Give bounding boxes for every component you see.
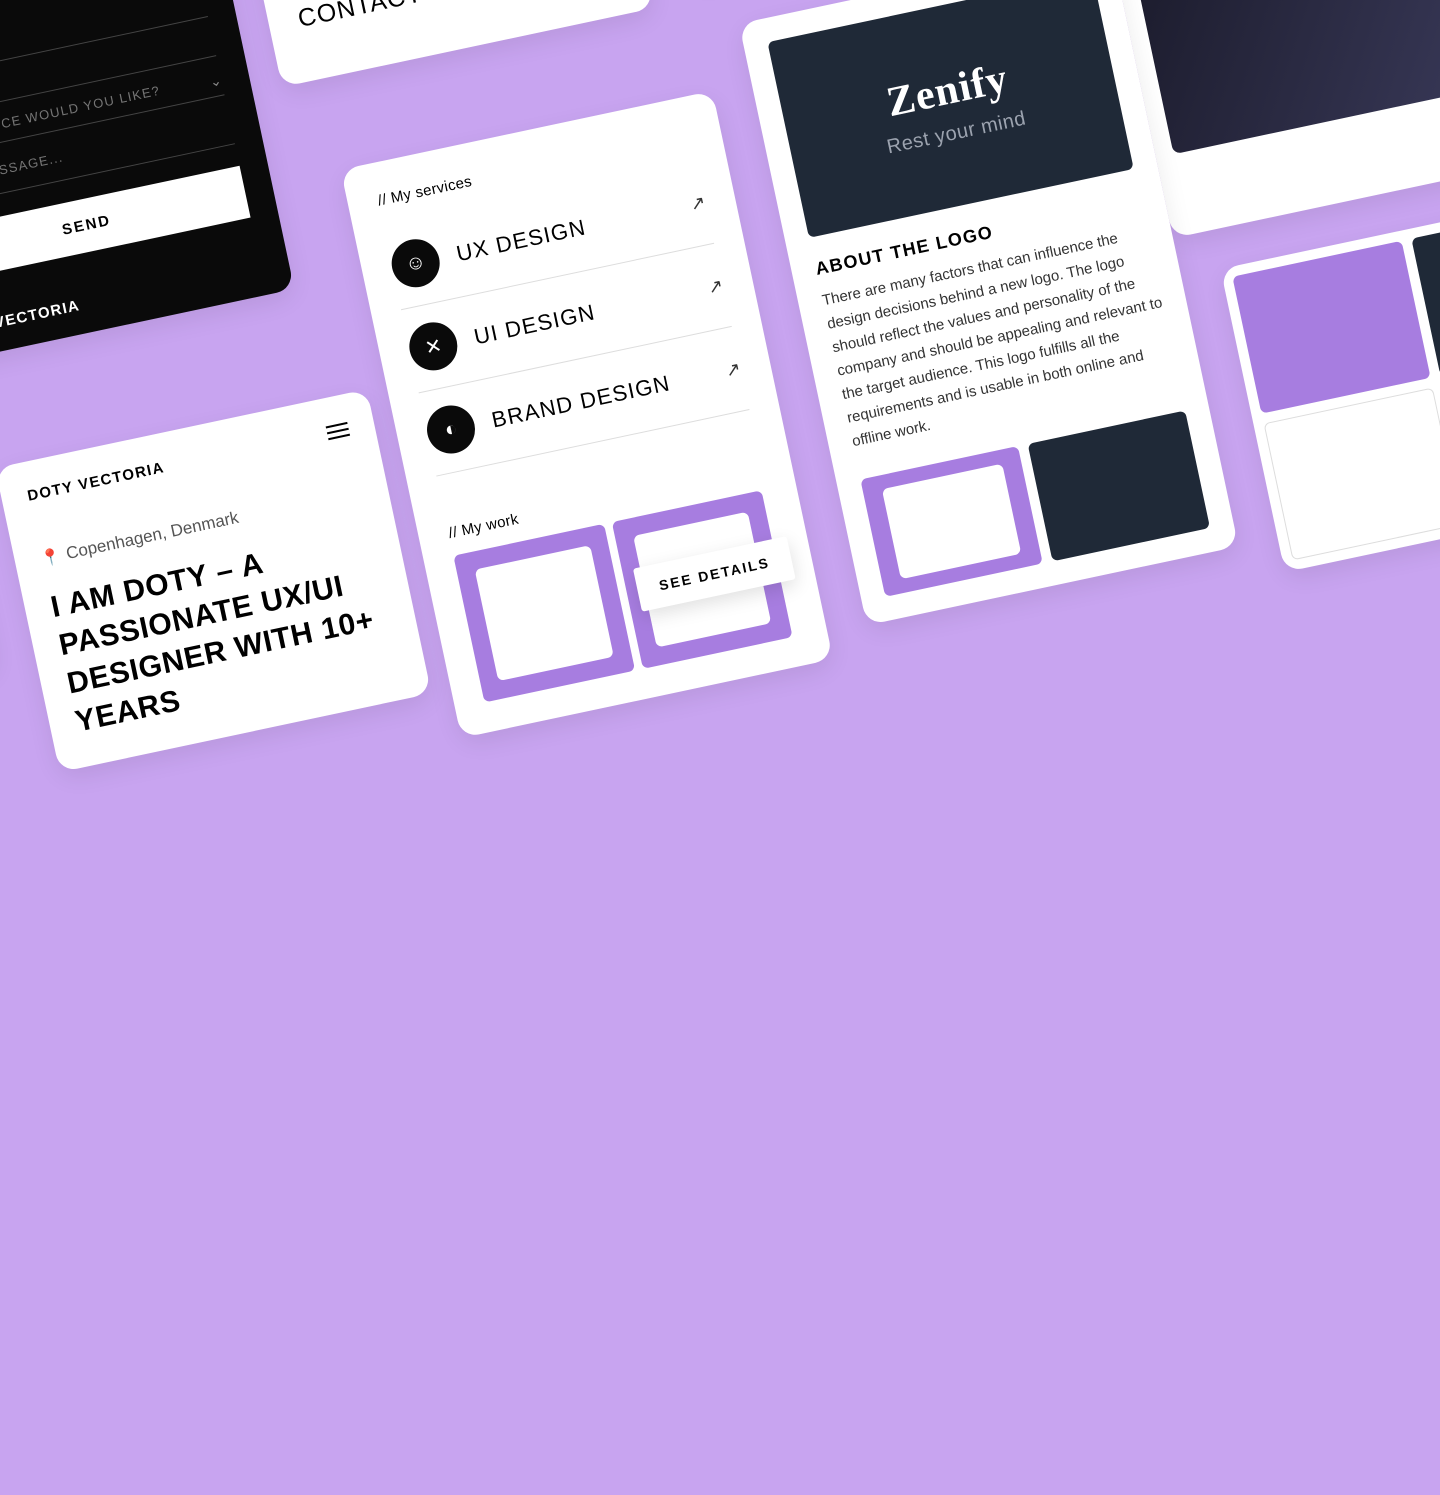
people-icon: ☺ [387,235,444,292]
zenify-thumb[interactable] [860,446,1042,597]
service-label: UI DESIGN [472,279,693,350]
zenify-thumb[interactable] [1028,410,1210,561]
arrow-icon: ↗ [706,275,725,299]
service-label: UX DESIGN [454,196,675,267]
nav-card: ALL PROJECTS ABOUT ME CONTACT [222,0,653,87]
contact-form-card: // Send me a message ⌄ SEND DOTY VECTORI… [0,0,294,368]
hero-card: DOTY VECTORIA 📍 Copenhagen, Denmark I AM… [0,389,431,772]
arrow-icon: ↗ [688,191,707,215]
nav-contact[interactable]: CONTACT [290,0,621,61]
thumb[interactable] [1232,241,1430,414]
tools-icon: ✕ [405,318,462,375]
thumb[interactable] [1264,388,1440,561]
thumb-grid-card [1220,190,1440,572]
arrow-icon: ↗ [724,358,743,382]
menu-icon[interactable] [326,421,350,439]
palette-icon: ◐ [423,401,480,458]
service-label: BRAND DESIGN [489,362,710,433]
brand-footer: DOTY VECTORIA [0,259,263,343]
pin-icon: 📍 [39,546,63,570]
chevron-down-icon: ⌄ [208,72,223,91]
work-thumbnail[interactable] [453,524,634,703]
hero-header: DOTY VECTORIA [26,420,350,505]
work-section: // My work SEE DETAILS [447,459,798,703]
mockup-image [1124,0,1440,154]
brand-logo[interactable]: DOTY VECTORIA [26,459,166,505]
